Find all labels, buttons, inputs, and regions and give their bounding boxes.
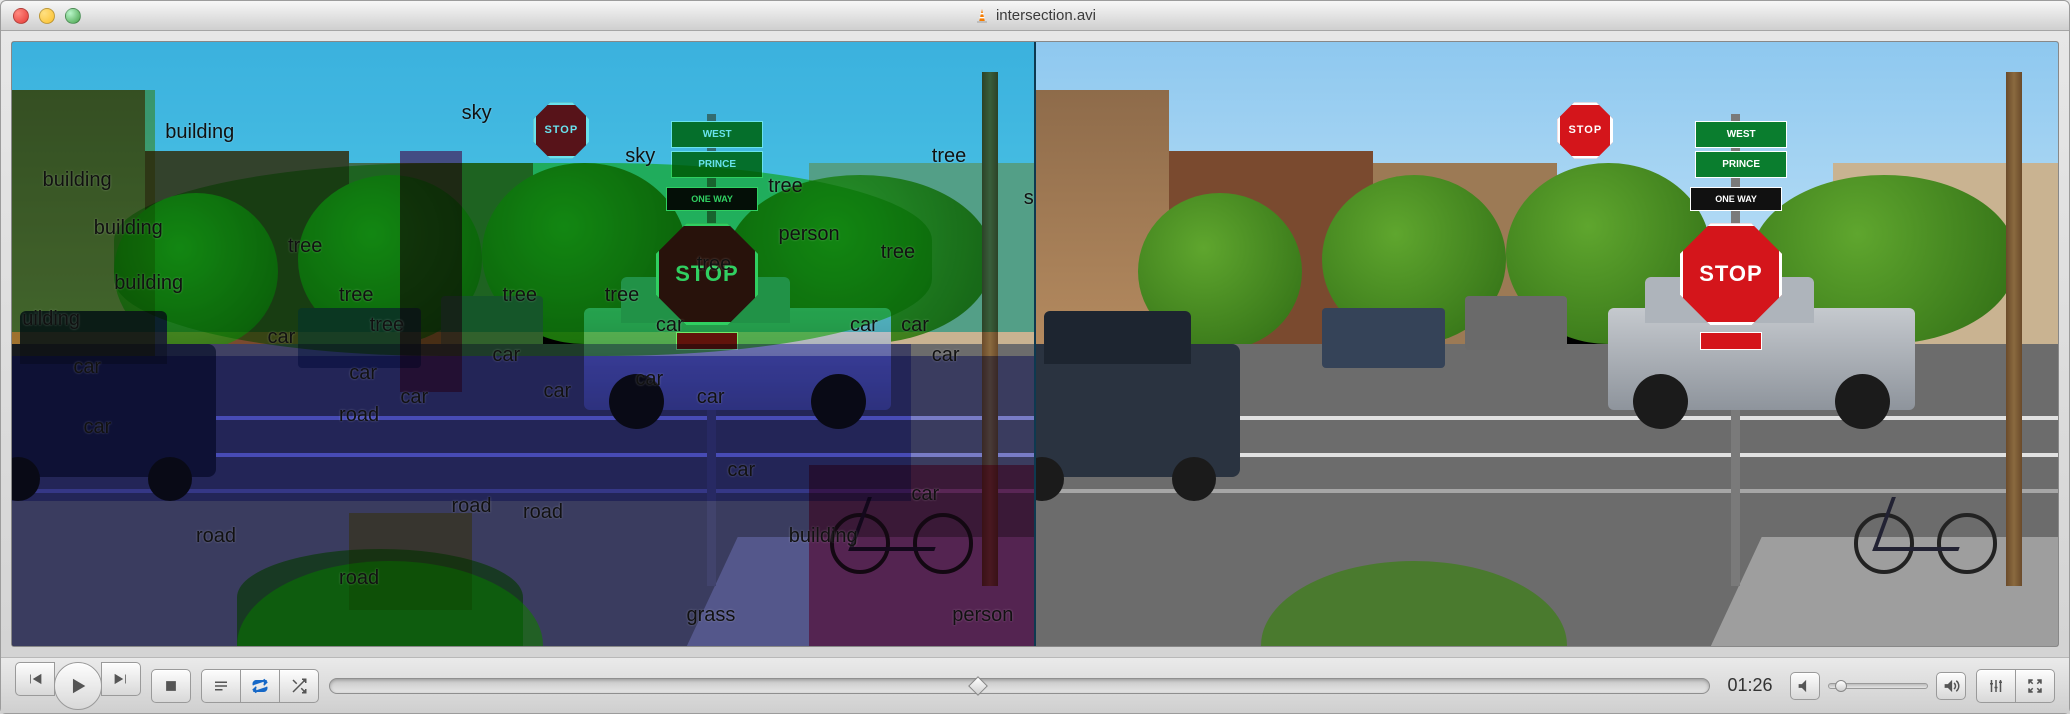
segmentation-label: road [196, 525, 236, 548]
segmentation-label: car [492, 344, 520, 367]
volume-slider[interactable] [1828, 683, 1928, 689]
segmentation-label: car [656, 314, 684, 337]
stop-sign-near: STOP [1680, 223, 1782, 325]
segmentation-label: car [697, 386, 725, 409]
seek-knob[interactable] [968, 676, 988, 696]
loop-button[interactable] [240, 669, 280, 703]
fullscreen-button[interactable] [2015, 669, 2055, 703]
shuffle-button[interactable] [279, 669, 319, 703]
segmentation-label: tree [605, 284, 639, 307]
street-sign-prince: PRINCE [1695, 151, 1787, 178]
segmentation-label: person [779, 223, 840, 246]
segmentation-label: car [932, 344, 960, 367]
minimize-window-button[interactable] [39, 8, 55, 24]
segmentation-label: person [952, 604, 1013, 627]
segmentation-label: car [635, 368, 663, 391]
vlc-cone-icon [974, 8, 990, 24]
one-way-sign: ONE WAY [1690, 187, 1782, 211]
window-title: intersection.avi [996, 7, 1096, 24]
segmentation-label: tree [881, 241, 915, 264]
segmentation-label: tree [697, 253, 731, 276]
segmentation-label: road [523, 501, 563, 524]
segmentation-label: building [114, 272, 183, 295]
segmentation-label: car [349, 362, 377, 385]
segmentation-label: car [727, 459, 755, 482]
all-way-sign [1700, 332, 1761, 350]
video-viewport: WEST PRINCE ONE WAY STOP STOP sky sky sky b… [11, 41, 2059, 647]
street-sign-west: WEST [1695, 121, 1787, 148]
segmentation-label: uilding [22, 308, 80, 331]
segmentation-label: building [94, 217, 163, 240]
next-button[interactable] [101, 662, 141, 696]
segmentation-label: car [84, 416, 112, 439]
playback-group [15, 662, 141, 710]
segmentation-label: road [339, 404, 379, 427]
segmentation-label: tree [932, 145, 966, 168]
segmentation-label: sky [1024, 187, 1036, 210]
volume-group [1790, 672, 1966, 700]
original-frame-pane: WEST PRINCE ONE WAY STOP STOP [1036, 42, 2058, 646]
segmentation-label: tree [288, 235, 322, 258]
volume-knob[interactable] [1835, 680, 1847, 692]
volume-down-button[interactable] [1790, 672, 1820, 700]
playlist-button[interactable] [201, 669, 241, 703]
volume-up-button[interactable] [1936, 672, 1966, 700]
segmentation-label: car [911, 483, 939, 506]
close-window-button[interactable] [13, 8, 29, 24]
playlist-group [201, 669, 319, 703]
stop-sign-far: STOP [1557, 102, 1613, 158]
segmentation-label: building [43, 169, 112, 192]
segmentation-label: road [339, 567, 379, 590]
segmentation-label: car [268, 326, 296, 349]
time-display: 01:26 [1720, 675, 1780, 696]
window-controls [13, 8, 81, 24]
segmentation-label: sky [462, 102, 492, 125]
segmentation-label: car [400, 386, 428, 409]
segmentation-label: road [451, 495, 491, 518]
segmentation-label: car [901, 314, 929, 337]
segmentation-label: building [165, 121, 234, 144]
extra-group [1976, 669, 2055, 703]
segmentation-label: car [850, 314, 878, 337]
segmentation-label: grass [687, 604, 736, 627]
segmentation-label: tree [503, 284, 537, 307]
play-button[interactable] [54, 662, 102, 710]
segmentation-label: car [543, 380, 571, 403]
segmentation-label: sky [625, 145, 655, 168]
segmentation-label: car [73, 356, 101, 379]
seek-slider[interactable] [329, 678, 1710, 694]
previous-button[interactable] [15, 662, 55, 696]
equalizer-button[interactable] [1976, 669, 2016, 703]
segmentation-pane: WEST PRINCE ONE WAY STOP STOP skyskyskyb… [12, 42, 1036, 646]
window-titlebar: intersection.avi [1, 1, 2069, 31]
segmentation-label: building [789, 525, 858, 548]
zoom-window-button[interactable] [65, 8, 81, 24]
player-controls: 01:26 [1, 657, 2069, 713]
segmentation-label: tree [370, 314, 404, 337]
segmentation-label: tree [768, 175, 802, 198]
segmentation-label: tree [339, 284, 373, 307]
stop-button[interactable] [151, 669, 191, 703]
